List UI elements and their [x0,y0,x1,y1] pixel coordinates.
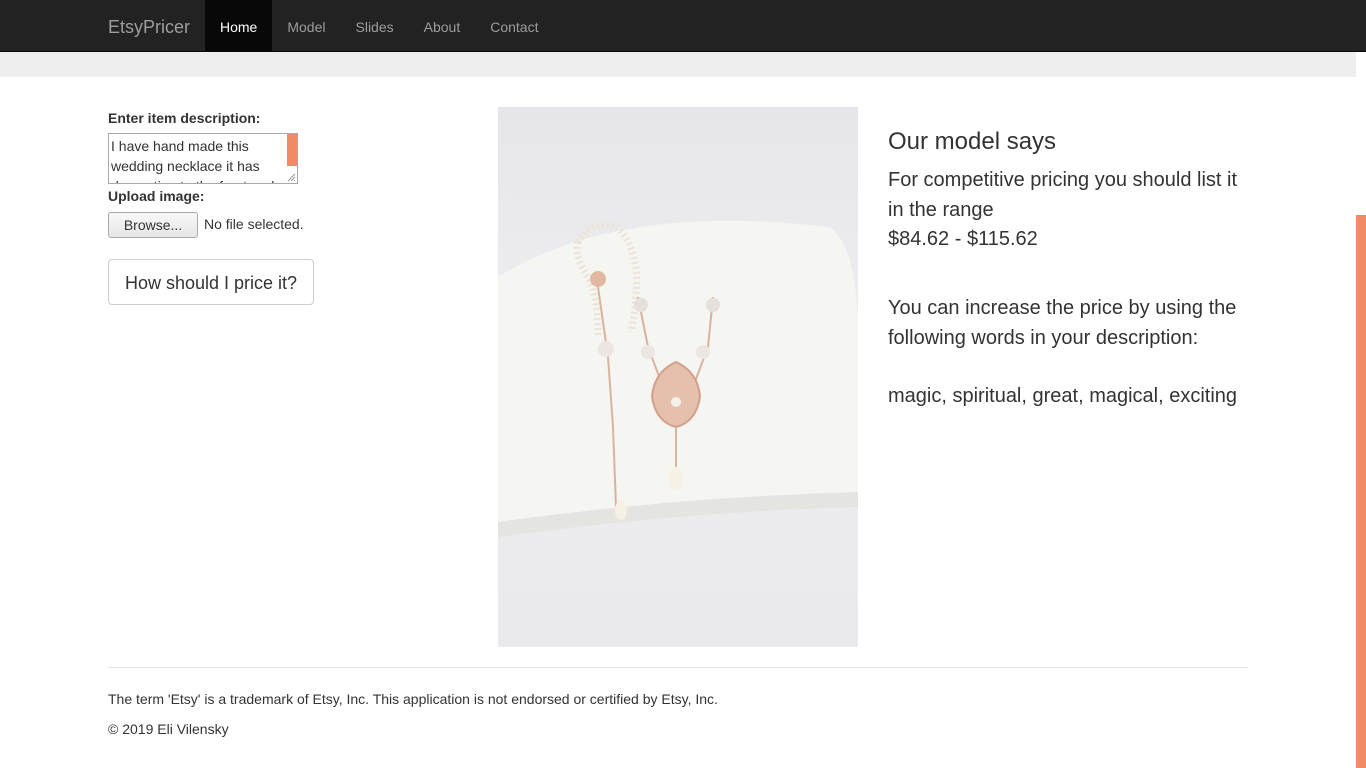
upload-label: Upload image: [108,188,205,204]
description-textarea[interactable]: I have hand made this wedding necklace i… [108,133,298,184]
footer-divider [108,667,1248,668]
description-label: Enter item description: [108,110,261,126]
pricing-text: For competitive pricing you should list … [888,169,1238,221]
top-navbar: EtsyPricer Home Model Slides About Conta… [0,0,1366,52]
browse-button[interactable]: Browse... [108,212,198,238]
increase-text: You can increase the price by using the … [888,297,1237,349]
price-range: $84.62 - $115.62 [888,228,1038,250]
textarea-scrollbar[interactable] [287,134,297,166]
file-status: No file selected. [204,216,304,232]
price-submit-button[interactable]: How should I price it? [108,259,314,305]
nav-item-slides[interactable]: Slides [341,0,409,52]
nav-menu: Home Model Slides About Contact [205,0,553,52]
nav-item-model[interactable]: Model [272,0,340,52]
footer-copyright: © 2019 Eli Vilensky [108,721,229,737]
brand-link[interactable]: EtsyPricer [108,0,190,52]
result-title: Our model says [888,128,1057,155]
footer-disclaimer: The term 'Etsy' is a trademark of Etsy, … [108,691,718,707]
nav-item-contact[interactable]: Contact [475,0,553,52]
product-image [498,107,858,647]
nav-item-home[interactable]: Home [205,0,273,52]
sub-header-bar [0,52,1356,77]
suggested-words: magic, spiritual, great, magical, exciti… [888,385,1238,407]
necklace-photo-illustration [498,220,858,537]
description-text: I have hand made this wedding necklace i… [111,138,274,183]
resize-grip-icon[interactable] [286,172,296,182]
page-scrollbar-thumb[interactable] [1356,215,1366,768]
nav-item-about[interactable]: About [409,0,476,52]
